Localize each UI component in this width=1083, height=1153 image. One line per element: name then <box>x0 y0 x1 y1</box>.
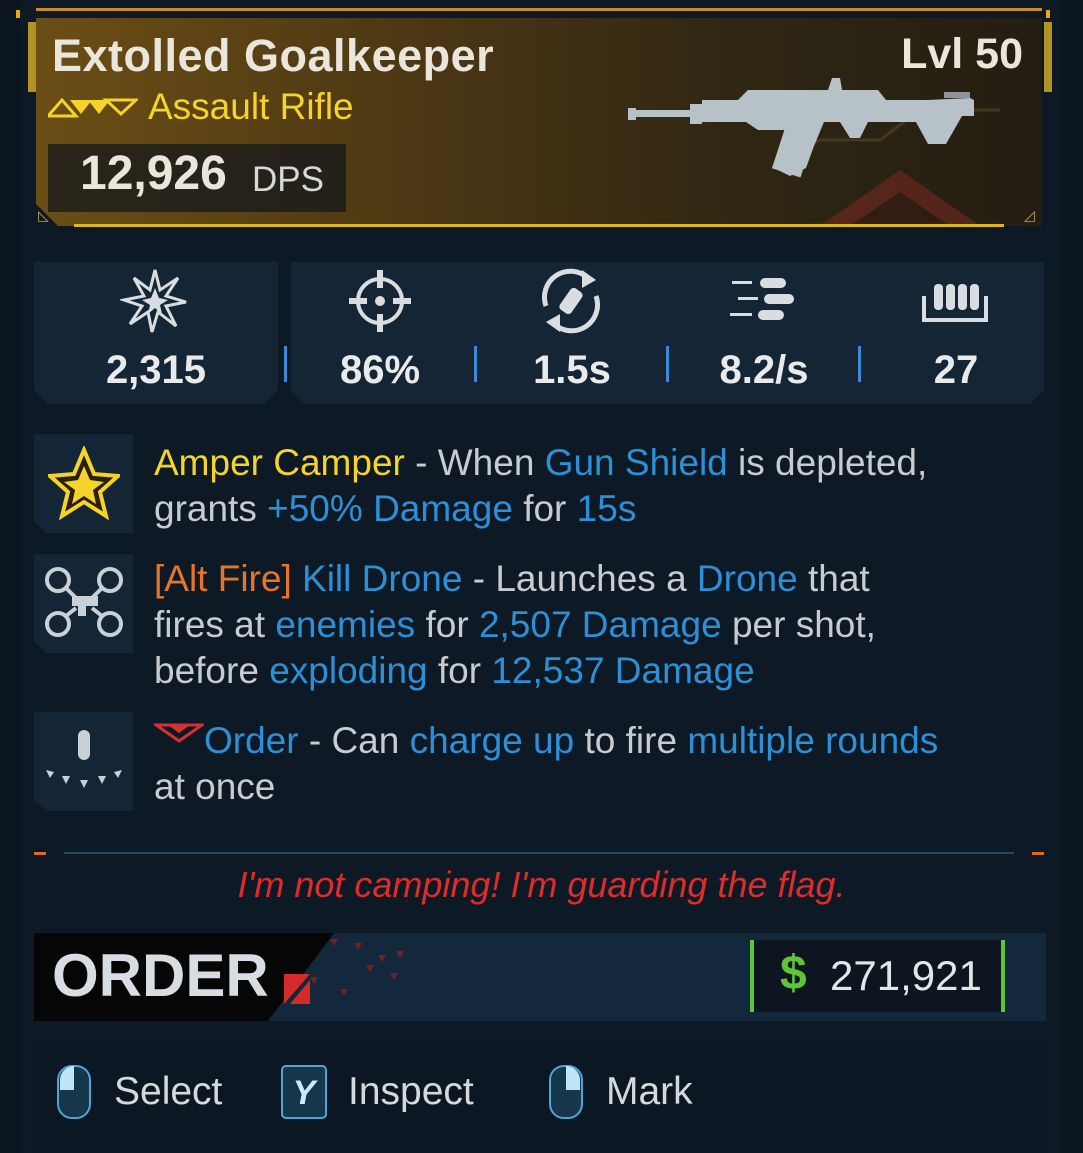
header-bottom-line <box>74 224 1004 227</box>
perk-text-segment: for <box>415 604 479 645</box>
perk-text-segment: - When <box>404 442 545 483</box>
perk-text-segment: - Launches a <box>462 558 697 599</box>
flavor-text: I'm not camping! I'm guarding the flag. <box>237 864 846 905</box>
perk-keyword: Drone <box>696 558 798 599</box>
perk-line: Amper Camper - When Gun Shield is deplet… <box>154 440 1034 486</box>
mouse-right-icon <box>549 1065 583 1119</box>
manufacturer-name: ORDER <box>52 942 269 1009</box>
order-chevron-icon <box>154 723 204 743</box>
fire-rate-icon <box>730 278 794 320</box>
bullet-burst-icon <box>46 730 122 788</box>
crosshair-accuracy-icon <box>349 270 411 332</box>
perk-text-segment: to fire <box>574 720 688 761</box>
header-top-line <box>36 8 1042 11</box>
corner-triangle-icon: ◿ <box>1024 208 1035 224</box>
item-card: ◺ ◿ Extolled Goalkeeper Lvl 50 Assault R… <box>0 0 1083 1153</box>
mark-label: Mark <box>606 1070 693 1113</box>
cash-icon: $ <box>780 947 807 1000</box>
star-badge-icon <box>48 446 120 520</box>
perk-name: Amper Camper <box>154 442 405 483</box>
inspect-action[interactable]: Y Inspect <box>280 1062 474 1122</box>
perk-amper-camper: Amper Camper - When Gun Shield is deplet… <box>154 440 1034 532</box>
stat-magazine-value: 27 <box>933 348 979 392</box>
burst-damage-icon <box>120 269 187 333</box>
divider-accent <box>1032 852 1044 855</box>
select-action[interactable]: Select <box>56 1062 222 1122</box>
perk-text-segment: is depleted, <box>727 442 928 483</box>
perk-text-segment: for <box>427 650 492 691</box>
inspect-label: Inspect <box>348 1070 474 1113</box>
perk-order: Order - Can charge up to fire multiple r… <box>154 718 1034 810</box>
perk-line: [Alt Fire] Kill Drone - Launches a Drone… <box>154 556 1034 602</box>
perk-kill-drone: [Alt Fire] Kill Drone - Launches a Drone… <box>154 556 1034 694</box>
perk-line: grants +50% Damage for 15s <box>154 486 1034 532</box>
right-edge <box>1061 0 1083 1153</box>
perk-text-segment: - Can <box>298 720 410 761</box>
perk-keyword: enemies <box>275 604 416 645</box>
divider-accent <box>34 852 46 855</box>
reload-icon <box>541 268 601 334</box>
corner-accent <box>1046 10 1050 18</box>
rarity-chevrons-icon <box>48 97 138 118</box>
perk-keyword: exploding <box>269 650 428 691</box>
perk-keyword: 2,507 Damage <box>478 604 722 645</box>
mark-action[interactable]: Mark <box>548 1062 693 1122</box>
price-value: 271,921 <box>830 952 982 999</box>
dps-label: DPS <box>252 160 324 199</box>
perk-text-segment: before <box>154 650 270 691</box>
perk-keyword: 12,537 Damage <box>491 650 755 691</box>
drone-icon <box>45 567 123 637</box>
perk-line: Order - Can charge up to fire multiple r… <box>154 718 1034 764</box>
perk-keyword: Gun Shield <box>544 442 728 483</box>
key-letter: Y <box>293 1074 319 1112</box>
dps-value: 12,926 <box>80 147 227 200</box>
order-manufacturer-logo: ORDER <box>52 942 310 1009</box>
perk-keyword: 15s <box>576 488 637 529</box>
perk-text-segment: grants <box>154 488 268 529</box>
perk-tag: [Alt Fire] <box>154 558 292 599</box>
perk-text-segment: fires at <box>154 604 276 645</box>
perk-line: at once <box>154 764 1034 810</box>
perk-line: before exploding for 12,537 Damage <box>154 648 1034 694</box>
perk-keyword: charge up <box>409 720 575 761</box>
header-side-marker <box>28 22 36 92</box>
perk-keyword: +50% Damage <box>267 488 513 529</box>
mouse-left-icon <box>57 1065 91 1119</box>
perk-name: Order <box>204 720 299 761</box>
weapon-type: Assault Rifle <box>148 86 354 127</box>
header-side-marker <box>1044 22 1052 92</box>
perk-name: Kill Drone <box>291 558 463 599</box>
corner-accent <box>16 10 20 18</box>
perk-text-segment: per shot, <box>721 604 876 645</box>
left-edge <box>0 0 20 1153</box>
y-key-icon: Y <box>281 1065 327 1119</box>
weapon-name: Extolled Goalkeeper <box>52 30 495 81</box>
magazine-icon <box>922 284 988 322</box>
section-divider <box>64 852 1014 854</box>
assault-rifle-icon <box>628 78 974 178</box>
perk-text-segment: at once <box>154 766 276 807</box>
perk-keyword: multiple rounds <box>687 720 939 761</box>
stat-damage-value: 2,315 <box>105 348 207 392</box>
select-label: Select <box>114 1070 223 1113</box>
perk-text-segment: for <box>512 488 577 529</box>
perk-line: fires at enemies for 2,507 Damage per sh… <box>154 602 1034 648</box>
perk-text-segment: that <box>797 558 870 599</box>
